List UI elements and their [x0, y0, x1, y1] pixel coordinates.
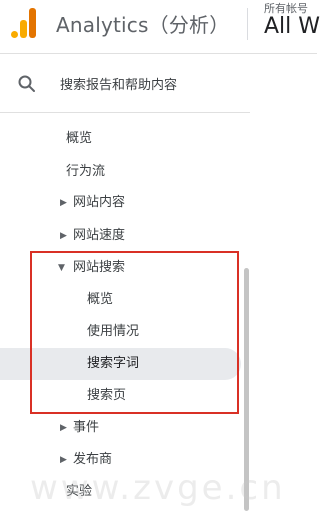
caret-right-icon: ▶ [60, 423, 67, 433]
nav-item-behavior-flow[interactable]: 行为流 [66, 158, 105, 186]
app-header: Analytics（分析） 所有帐号 All We [0, 0, 320, 54]
search-icon [18, 75, 35, 92]
search-reports-button[interactable]: 搜索报告和帮助内容 [0, 62, 250, 104]
nav-item-site-speed[interactable]: 网站速度 [73, 222, 125, 250]
caret-right-icon: ▶ [60, 231, 67, 241]
search-label: 搜索报告和帮助内容 [60, 78, 178, 93]
analytics-logo-icon[interactable] [11, 8, 37, 38]
highlight-annotation-box [30, 251, 239, 414]
header-divider [247, 8, 248, 40]
nav-item-events[interactable]: 事件 [73, 414, 99, 442]
watermark: www.zvge.cn [30, 468, 286, 508]
app-title: Analytics（分析） [56, 13, 230, 37]
caret-right-icon: ▶ [60, 198, 67, 208]
nav-item-overview[interactable]: 概览 [66, 125, 92, 153]
account-selector[interactable]: All We [264, 14, 320, 39]
nav-item-site-content[interactable]: 网站内容 [73, 189, 125, 217]
divider [0, 112, 250, 113]
